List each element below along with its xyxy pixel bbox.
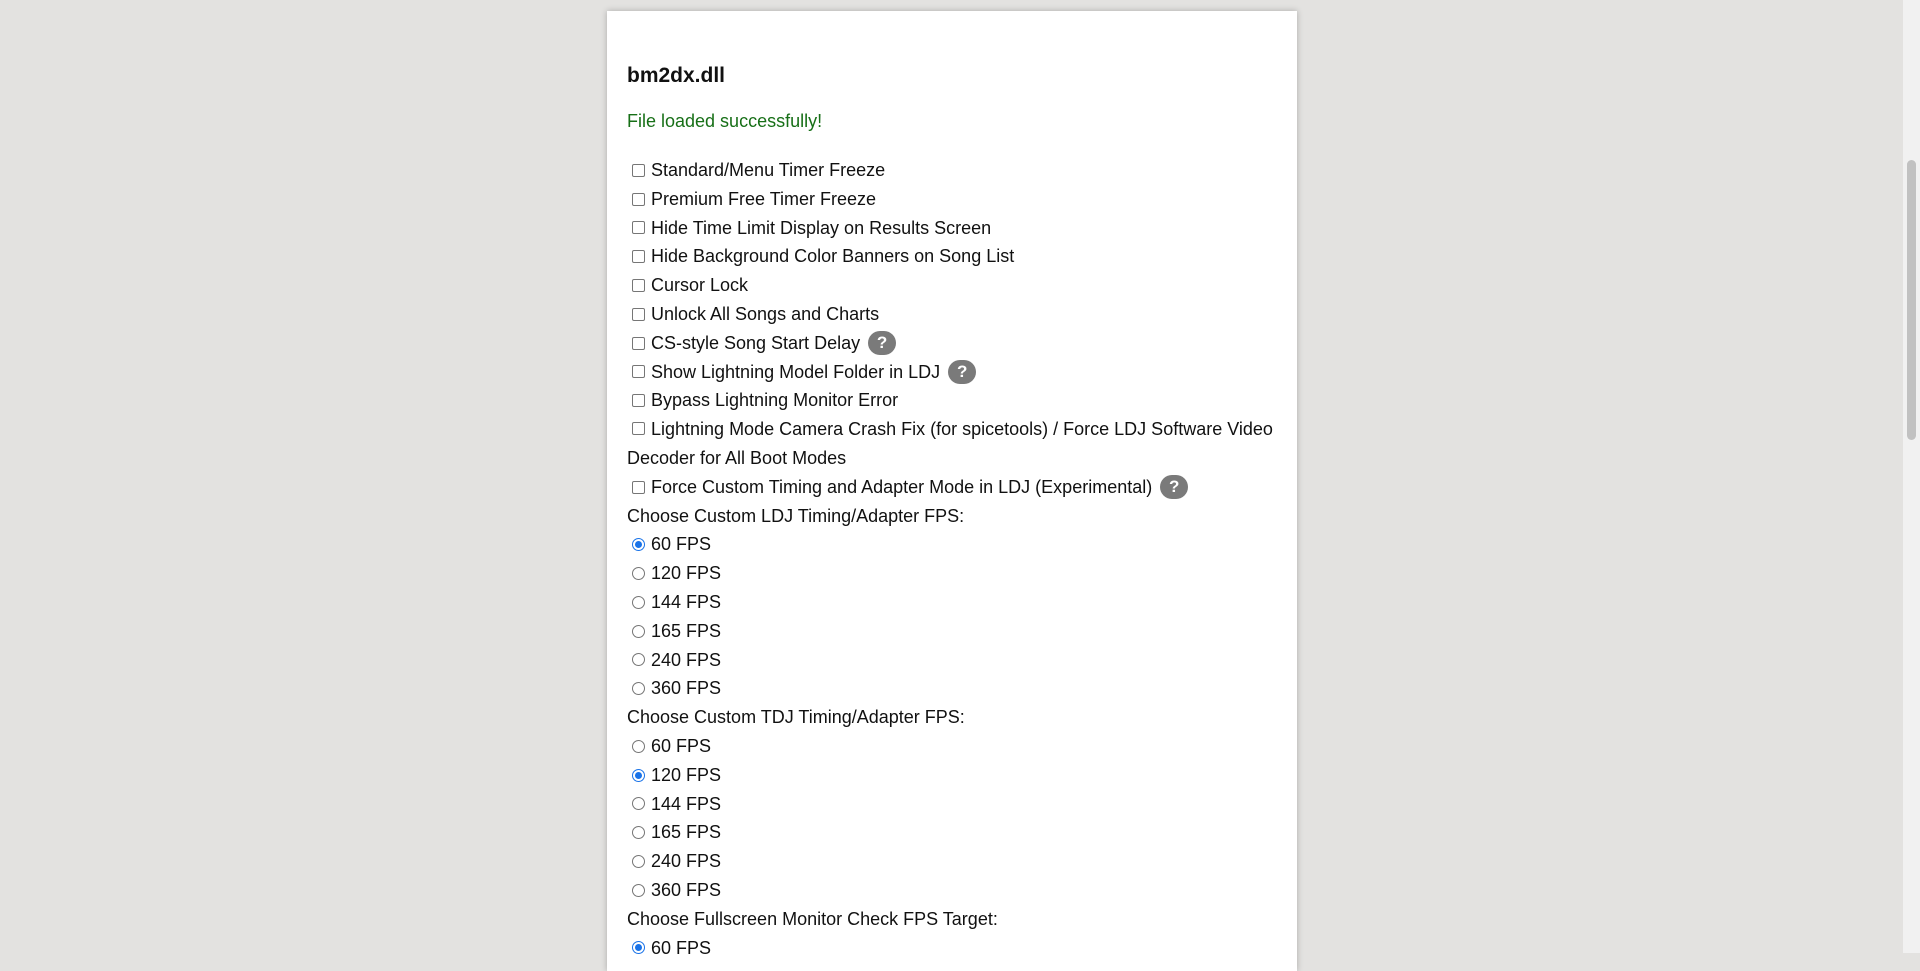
radio-button[interactable] bbox=[632, 595, 645, 609]
radio-label: 120 FPS bbox=[651, 764, 722, 785]
page: bm2dx.dll File loaded successfully! Stan… bbox=[0, 0, 1903, 971]
radio-button[interactable] bbox=[632, 855, 645, 869]
option-row[interactable]: CS-style Song Start Delay ? bbox=[627, 329, 1277, 358]
option-row[interactable]: Force Custom Timing and Adapter Mode in … bbox=[627, 473, 1277, 502]
radio-row[interactable]: 165 FPS bbox=[627, 818, 1277, 847]
checkbox[interactable] bbox=[632, 221, 645, 235]
radio-button[interactable] bbox=[632, 567, 645, 581]
option-row[interactable]: Standard/Menu Timer Freeze bbox=[627, 156, 1277, 185]
option-label: Bypass Lightning Monitor Error bbox=[651, 390, 899, 411]
radio-button[interactable] bbox=[632, 883, 645, 897]
option-row[interactable]: Hide Background Color Banners on Song Li… bbox=[627, 242, 1277, 271]
radio-button[interactable] bbox=[632, 768, 645, 782]
radio-label: 60 FPS bbox=[651, 937, 712, 958]
file-title: bm2dx.dll bbox=[627, 64, 726, 87]
radio-row[interactable]: 240 FPS bbox=[627, 646, 1277, 675]
option-label: Premium Free Timer Freeze bbox=[651, 188, 877, 209]
radio-label: 240 FPS bbox=[651, 851, 722, 872]
status-message: File loaded successfully! bbox=[627, 111, 823, 131]
monitor-fps-label: Choose Fullscreen Monitor Check FPS Targ… bbox=[627, 908, 998, 929]
radio-row[interactable]: 165 FPS bbox=[627, 617, 1277, 646]
checkbox[interactable] bbox=[632, 365, 645, 379]
checkbox[interactable] bbox=[632, 421, 645, 435]
option-label: Hide Background Color Banners on Song Li… bbox=[651, 246, 1015, 267]
radio-label: 120 FPS bbox=[651, 563, 722, 584]
radio-button[interactable] bbox=[632, 941, 645, 955]
radio-label: 240 FPS bbox=[651, 649, 722, 670]
option-row[interactable]: Lightning Mode Camera Crash Fix (for spi… bbox=[627, 415, 1277, 473]
radio-button[interactable] bbox=[632, 797, 645, 811]
checkbox[interactable] bbox=[632, 192, 645, 206]
radio-row[interactable]: 240 FPS bbox=[627, 847, 1277, 876]
radio-row[interactable]: 60 FPS bbox=[627, 934, 1277, 963]
scrollbar-thumb[interactable] bbox=[1907, 160, 1916, 440]
checkbox[interactable] bbox=[632, 279, 645, 293]
option-label: Force Custom Timing and Adapter Mode in … bbox=[651, 476, 1153, 497]
tdj-fps-label: Choose Custom TDJ Timing/Adapter FPS: bbox=[627, 707, 965, 728]
option-label: CS-style Song Start Delay bbox=[651, 332, 861, 353]
option-label: Show Lightning Model Folder in LDJ bbox=[651, 361, 941, 382]
radio-label: 165 FPS bbox=[651, 620, 722, 641]
radio-button[interactable] bbox=[632, 682, 645, 696]
radio-label: 144 FPS bbox=[651, 591, 722, 612]
radio-row[interactable]: 360 FPS bbox=[627, 876, 1277, 905]
option-label: Cursor Lock bbox=[651, 275, 749, 296]
radio-row[interactable]: 60 FPS bbox=[627, 530, 1277, 559]
option-label: Lightning Mode Camera Crash Fix (for spi… bbox=[627, 419, 1273, 468]
option-row[interactable]: Cursor Lock bbox=[627, 271, 1277, 300]
option-label: Standard/Menu Timer Freeze bbox=[651, 160, 886, 180]
option-row[interactable]: Show Lightning Model Folder in LDJ ? bbox=[627, 358, 1277, 387]
radio-label: 165 FPS bbox=[651, 822, 722, 843]
checkbox[interactable] bbox=[632, 394, 645, 408]
radio-row[interactable]: 144 FPS bbox=[627, 790, 1277, 819]
option-row[interactable]: Bypass Lightning Monitor Error bbox=[627, 386, 1277, 415]
checkbox[interactable] bbox=[632, 336, 645, 350]
radio-row[interactable]: 120 FPS bbox=[627, 761, 1277, 790]
checkbox[interactable] bbox=[632, 307, 645, 321]
help-icon[interactable]: ? bbox=[948, 359, 977, 384]
help-icon[interactable]: ? bbox=[1160, 475, 1189, 500]
radio-row[interactable]: 120 FPS bbox=[627, 559, 1277, 588]
vertical-scrollbar[interactable] bbox=[1903, 0, 1920, 953]
radio-row[interactable]: 144 FPS bbox=[627, 588, 1277, 617]
checkbox[interactable] bbox=[632, 480, 645, 494]
radio-label: 60 FPS bbox=[651, 534, 712, 555]
radio-row[interactable]: 360 FPS bbox=[627, 674, 1277, 703]
option-row[interactable]: Unlock All Songs and Charts bbox=[627, 300, 1277, 329]
option-row[interactable]: Premium Free Timer Freeze bbox=[627, 185, 1277, 214]
radio-button[interactable] bbox=[632, 826, 645, 840]
radio-label: 360 FPS bbox=[651, 879, 722, 900]
option-label: Hide Time Limit Display on Results Scree… bbox=[651, 217, 992, 238]
ldj-fps-label: Choose Custom LDJ Timing/Adapter FPS: bbox=[627, 505, 965, 526]
radio-row[interactable]: 60 FPS bbox=[627, 732, 1277, 761]
radio-button[interactable] bbox=[632, 653, 645, 667]
checkbox[interactable] bbox=[632, 163, 645, 177]
radio-button[interactable] bbox=[632, 624, 645, 638]
radio-button[interactable] bbox=[632, 739, 645, 753]
option-label: Unlock All Songs and Charts bbox=[651, 303, 880, 324]
radio-label: 60 FPS bbox=[651, 735, 712, 756]
radio-label: 144 FPS bbox=[651, 793, 722, 814]
radio-button[interactable] bbox=[632, 538, 645, 552]
help-icon[interactable]: ? bbox=[868, 331, 897, 356]
checkbox[interactable] bbox=[632, 250, 645, 264]
options-list: Standard/Menu Timer Freeze Premium Free … bbox=[627, 156, 1277, 962]
radio-label: 360 FPS bbox=[651, 678, 722, 699]
patcher-card: bm2dx.dll File loaded successfully! Stan… bbox=[607, 11, 1297, 971]
option-row[interactable]: Hide Time Limit Display on Results Scree… bbox=[627, 214, 1277, 243]
